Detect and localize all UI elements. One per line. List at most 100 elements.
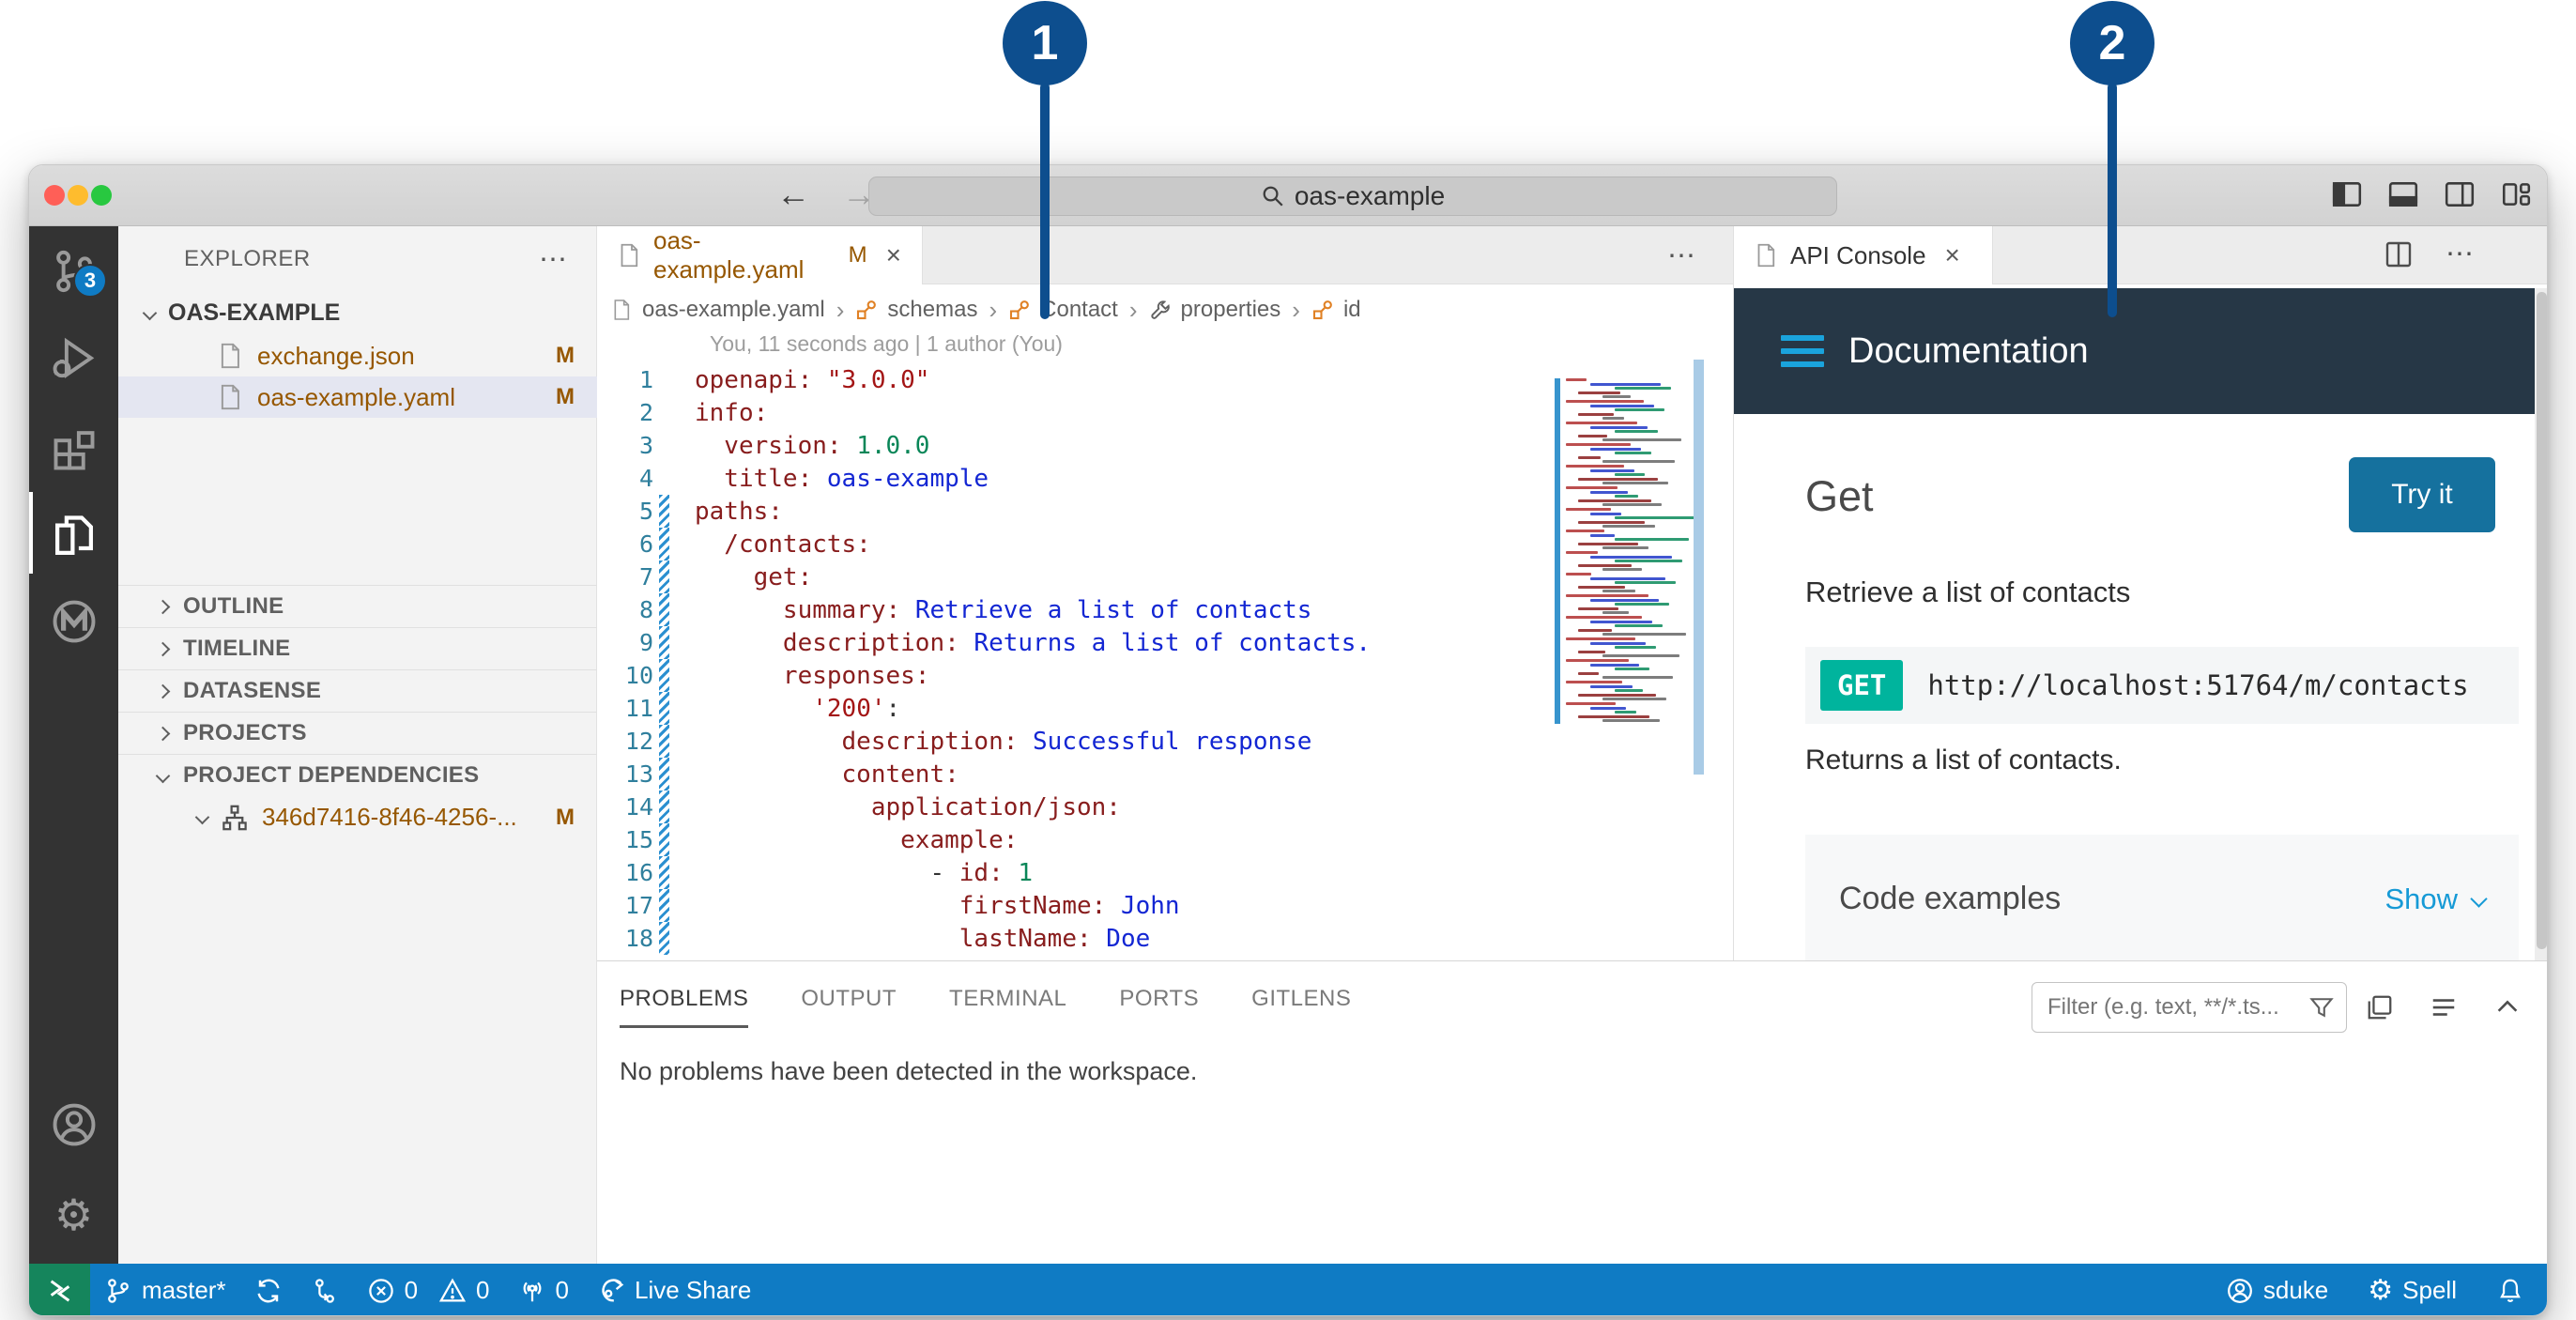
minimap-line: [1602, 395, 1631, 399]
symbol-property-wrench-icon: [1149, 299, 1172, 321]
panel-tab-gitlens[interactable]: GITLENS: [1251, 986, 1351, 1028]
sync-changes-icon[interactable]: [254, 1277, 283, 1305]
chevron-down-icon: [2470, 890, 2488, 908]
code-text: example:: [695, 825, 1019, 854]
spell-checker-status[interactable]: ⚙ Spell: [2368, 1276, 2457, 1305]
run-debug-icon[interactable]: [29, 317, 118, 402]
sidebar-section-datasense[interactable]: DATASENSE: [118, 669, 597, 712]
toggle-secondary-sidebar-icon[interactable]: [2444, 178, 2476, 210]
git-branch-status[interactable]: master*: [104, 1276, 226, 1305]
breadcrumb-item[interactable]: id: [1343, 297, 1361, 323]
account-status[interactable]: sduke: [2226, 1276, 2328, 1305]
breadcrumb-item[interactable]: Contact: [1040, 297, 1118, 323]
project-folder-label: OAS-EXAMPLE: [168, 299, 341, 326]
close-tab-icon[interactable]: ×: [886, 240, 901, 270]
minimap-line: [1578, 650, 1605, 653]
line-number: 14: [624, 793, 653, 821]
command-center-search[interactable]: oas-example: [868, 177, 1837, 216]
view-as-list-icon[interactable]: [2430, 993, 2458, 1021]
code-line-16[interactable]: 16 - id: 1: [597, 856, 1733, 889]
show-label: Show: [2384, 882, 2458, 915]
file-item-oas-example.yaml[interactable]: oas-example.yaml M: [118, 376, 597, 418]
minimap-line: [1590, 663, 1639, 667]
minimap-line: [1566, 702, 1616, 705]
editor-more-actions-icon[interactable]: ⋯: [1667, 239, 1697, 272]
minimap-line: [1590, 404, 1654, 407]
panel-tab-terminal[interactable]: TERMINAL: [949, 986, 1066, 1028]
chevron-down-icon: [194, 809, 210, 825]
minimap-line: [1602, 676, 1673, 680]
minimize-window-button[interactable]: [68, 185, 88, 206]
explorer-icon[interactable]: [29, 494, 118, 578]
live-share-status[interactable]: Live Share: [597, 1276, 751, 1305]
notifications-bell-icon[interactable]: [2496, 1277, 2524, 1305]
source-control-icon[interactable]: [29, 229, 118, 314]
show-code-examples-link[interactable]: Show: [2384, 882, 2488, 916]
close-window-button[interactable]: [44, 185, 65, 206]
panel-tab-problems[interactable]: PROBLEMS: [620, 986, 749, 1028]
problems-filter-box[interactable]: [2032, 982, 2347, 1033]
sidebar-section-timeline[interactable]: TIMELINE: [118, 627, 597, 669]
ports-count: 0: [555, 1276, 569, 1304]
gitlens-compare-icon[interactable]: [311, 1277, 339, 1305]
breadcrumb-item[interactable]: oas-example.yaml: [642, 297, 825, 323]
project-dependency-item[interactable]: 346d7416-8f46-4256-... M: [118, 796, 597, 838]
menu-icon[interactable]: [1781, 335, 1824, 367]
minimap-line: [1578, 477, 1658, 481]
sidebar-section-project-dependencies[interactable]: PROJECT DEPENDENCIES: [118, 754, 597, 796]
search-icon: [1261, 184, 1285, 208]
filter-icon[interactable]: [2308, 994, 2335, 1021]
panel-tab-output[interactable]: OUTPUT: [801, 986, 897, 1028]
code-text: content:: [695, 760, 959, 789]
views-and-more-icon[interactable]: [2366, 993, 2394, 1021]
chevron-right-icon: [155, 641, 171, 656]
code-line-14[interactable]: 14 application/json:: [597, 790, 1733, 823]
toggle-primary-sidebar-icon[interactable]: [2331, 178, 2363, 210]
try-it-button[interactable]: Try it: [2349, 457, 2495, 532]
split-editor-icon[interactable]: [2384, 239, 2414, 269]
code-text: responses:: [695, 661, 930, 690]
breadcrumb[interactable]: oas-example.yaml › schemas › Contact › propert…: [610, 290, 1361, 330]
maximize-panel-icon[interactable]: [2493, 993, 2522, 1021]
tab-api-console[interactable]: API Console ×: [1734, 226, 1993, 284]
minimap-line: [1566, 422, 1637, 424]
ports-status[interactable]: 0: [518, 1276, 569, 1305]
panel-scrollbar[interactable]: [2535, 288, 2547, 960]
explorer-more-actions-icon[interactable]: ⋯: [539, 243, 569, 276]
remote-indicator[interactable]: [29, 1264, 90, 1315]
extensions-icon[interactable]: [29, 407, 118, 492]
git-modified-gutter: [659, 495, 669, 528]
toggle-panel-icon[interactable]: [2387, 178, 2419, 210]
code-text: openapi: "3.0.0": [695, 365, 930, 394]
code-line-17[interactable]: 17 firstName: John: [597, 889, 1733, 922]
accounts-icon[interactable]: [29, 1082, 118, 1167]
code-line-18[interactable]: 18 lastName: Doe: [597, 922, 1733, 955]
problems-filter-input[interactable]: [2047, 994, 2308, 1021]
panel-tab-ports[interactable]: PORTS: [1119, 986, 1199, 1028]
file-item-exchange.json[interactable]: exchange.json M: [118, 335, 597, 376]
section-label: TIMELINE: [183, 636, 291, 661]
breadcrumb-separator: ›: [989, 295, 998, 324]
zoom-window-button[interactable]: [91, 185, 112, 206]
more-actions-icon[interactable]: ⋯: [2446, 238, 2476, 270]
api-console-panel: API Console × ⋯ Documentation Get Try it…: [1733, 226, 2547, 963]
explorer-project-folder[interactable]: OAS-EXAMPLE: [118, 294, 597, 331]
line-number: 7: [638, 563, 653, 591]
problems-status[interactable]: 0 0: [367, 1276, 490, 1305]
mulesoft-icon[interactable]: [29, 579, 118, 664]
minimap-line: [1615, 538, 1689, 542]
sidebar-section-outline[interactable]: OUTLINE: [118, 585, 597, 627]
settings-gear-icon[interactable]: ⚙: [29, 1173, 118, 1257]
sidebar-section-projects[interactable]: PROJECTS: [118, 712, 597, 754]
breadcrumb-item[interactable]: properties: [1181, 297, 1281, 323]
close-tab-icon[interactable]: ×: [1945, 240, 1960, 270]
minimap-line: [1615, 452, 1651, 455]
tab-oas-example-yaml[interactable]: oas-example.yaml M ×: [597, 226, 923, 284]
breadcrumb-item[interactable]: schemas: [887, 297, 977, 323]
error-count: 0: [404, 1276, 419, 1304]
history-back-button[interactable]: ←: [776, 175, 810, 214]
customize-layout-icon[interactable]: [2500, 178, 2532, 210]
overview-ruler-scrollbar[interactable]: [1694, 360, 1704, 775]
code-line-15[interactable]: 15 example:: [597, 823, 1733, 856]
minimap[interactable]: [1555, 365, 1695, 775]
